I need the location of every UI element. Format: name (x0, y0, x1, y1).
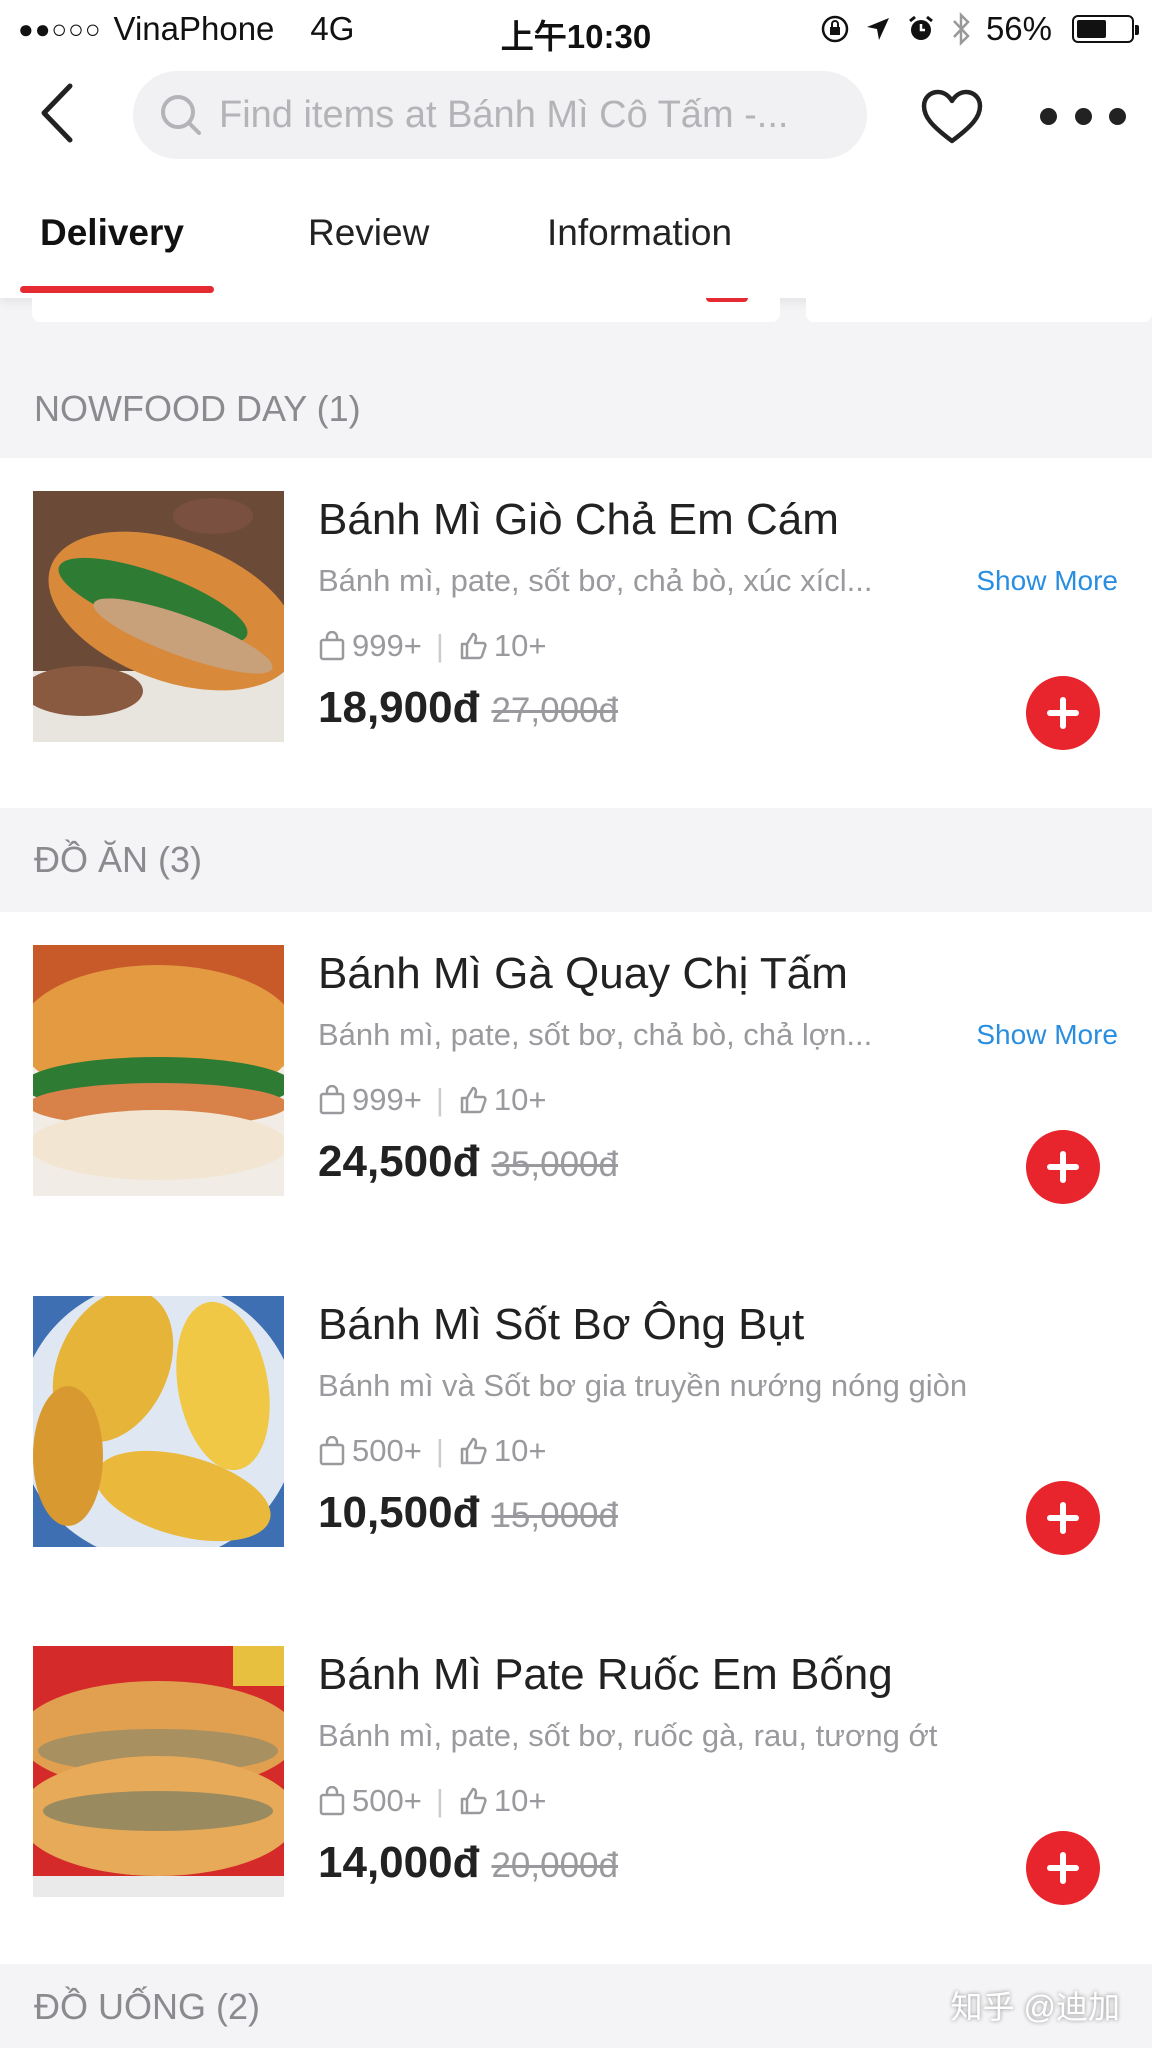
order-count: 999+ (352, 628, 422, 663)
item-price: 14,000đ (318, 1838, 480, 1887)
shopping-bag-icon (319, 1085, 345, 1115)
thumbs-up-icon (460, 632, 487, 660)
location-arrow-icon (866, 18, 889, 40)
price-row: 24,500đ 35,000đ (318, 1137, 618, 1187)
item-price: 10,500đ (318, 1488, 480, 1537)
stats-divider: | (435, 1082, 444, 1117)
item-original-price: 35,000đ (491, 1145, 618, 1184)
promo-badge (706, 298, 748, 302)
add-to-cart-button[interactable] (1026, 1831, 1100, 1905)
promo-card[interactable] (32, 298, 780, 322)
section-title: ĐỒ ĂN (3) (34, 839, 203, 880)
item-stats: 500+ | 10+ (318, 1783, 546, 1819)
battery-percent: 56% (985, 10, 1052, 47)
alarm-icon (909, 15, 933, 40)
order-count: 500+ (352, 1433, 422, 1468)
item-price: 24,500đ (318, 1137, 480, 1186)
add-to-cart-button[interactable] (1026, 1130, 1100, 1204)
item-original-price: 20,000đ (491, 1846, 618, 1885)
search-bar[interactable] (133, 71, 867, 159)
thumbs-up-icon (460, 1787, 487, 1815)
section-header: ĐỒ ĂN (3) (0, 808, 1152, 912)
item-stats: 999+ | 10+ (318, 628, 546, 664)
price-row: 10,500đ 15,000đ (318, 1488, 618, 1538)
menu-item[interactable]: Bánh Mì Giò Chả Em Cám Bánh mì, pate, số… (0, 491, 1152, 750)
item-name: Bánh Mì Sốt Bơ Ông Bụt (318, 1300, 805, 1349)
food-image[interactable] (33, 1296, 284, 1547)
back-arrow-icon[interactable] (30, 80, 90, 146)
food-image[interactable] (33, 491, 284, 742)
tab-delivery[interactable]: Delivery (40, 212, 184, 254)
menu-item[interactable]: Bánh Mì Gà Quay Chị Tấm Bánh mì, pate, s… (0, 945, 1152, 1204)
section-title: NOWFOOD DAY (1) (34, 388, 361, 429)
food-image[interactable] (33, 945, 284, 1196)
top-nav-bar (0, 58, 1152, 170)
item-name: Bánh Mì Giò Chả Em Cám (318, 495, 839, 544)
search-input[interactable] (217, 92, 821, 138)
item-price: 18,900đ (318, 683, 480, 732)
item-stats: 999+ | 10+ (318, 1082, 546, 1118)
bluetooth-icon (953, 12, 970, 46)
tab-review[interactable]: Review (308, 212, 429, 254)
search-icon (161, 95, 201, 135)
stats-divider: | (435, 628, 444, 663)
orientation-lock-icon (821, 15, 849, 43)
menu-item[interactable]: Bánh Mì Sốt Bơ Ông Bụt Bánh mì và Sốt bơ… (0, 1296, 1152, 1555)
like-count: 10+ (493, 628, 547, 663)
menu-item[interactable]: Bánh Mì Pate Ruốc Em Bống Bánh mì, pate,… (0, 1646, 1152, 1905)
order-count: 999+ (352, 1082, 422, 1117)
add-to-cart-button[interactable] (1026, 1481, 1100, 1555)
watermark: 知乎 @迪加 (950, 1989, 1120, 2025)
like-count: 10+ (493, 1433, 547, 1468)
promo-cards-peek (0, 298, 1152, 322)
like-count: 10+ (493, 1783, 547, 1818)
promo-card[interactable] (806, 298, 1152, 322)
shopping-bag-icon (319, 1436, 345, 1466)
battery-icon (1072, 15, 1139, 43)
favorite-heart-icon[interactable] (920, 88, 984, 146)
show-more-link[interactable]: Show More (976, 1019, 1118, 1051)
shopping-bag-icon (319, 631, 345, 661)
shopping-bag-icon (319, 1786, 345, 1816)
like-count: 10+ (493, 1082, 547, 1117)
item-name: Bánh Mì Gà Quay Chị Tấm (318, 949, 848, 998)
stats-divider: | (435, 1433, 444, 1468)
item-description: Bánh mì, pate, sốt bơ, chả bò, xúc xícl.… (318, 563, 873, 598)
price-row: 18,900đ 27,000đ (318, 683, 618, 733)
item-description: Bánh mì, pate, sốt bơ, chả bò, chả lợn..… (318, 1017, 873, 1052)
add-to-cart-button[interactable] (1026, 676, 1100, 750)
show-more-link[interactable]: Show More (976, 565, 1118, 597)
tab-information[interactable]: Information (547, 212, 732, 254)
item-description: Bánh mì và Sốt bơ gia truyền nướng nóng … (318, 1368, 968, 1403)
more-options-icon[interactable] (1040, 98, 1126, 134)
item-name: Bánh Mì Pate Ruốc Em Bống (318, 1650, 893, 1699)
food-image[interactable] (33, 1646, 284, 1897)
price-row: 14,000đ 20,000đ (318, 1838, 618, 1888)
section-title: ĐỒ UỐNG (2) (34, 1986, 261, 2027)
thumbs-up-icon (460, 1437, 487, 1465)
item-stats: 500+ | 10+ (318, 1433, 546, 1469)
item-original-price: 15,000đ (491, 1496, 618, 1535)
order-count: 500+ (352, 1783, 422, 1818)
stats-divider: | (435, 1783, 444, 1818)
item-description: Bánh mì, pate, sốt bơ, ruốc gà, rau, tươ… (318, 1718, 938, 1753)
section-header: NOWFOOD DAY (1) (0, 360, 1152, 458)
active-tab-indicator (20, 286, 214, 293)
tab-bar: Delivery Review Information (0, 170, 1152, 298)
status-bar: ●●○○○ VinaPhone 4G 上午10:30 56% (0, 0, 1152, 58)
item-original-price: 27,000đ (491, 691, 618, 730)
thumbs-up-icon (460, 1086, 487, 1114)
